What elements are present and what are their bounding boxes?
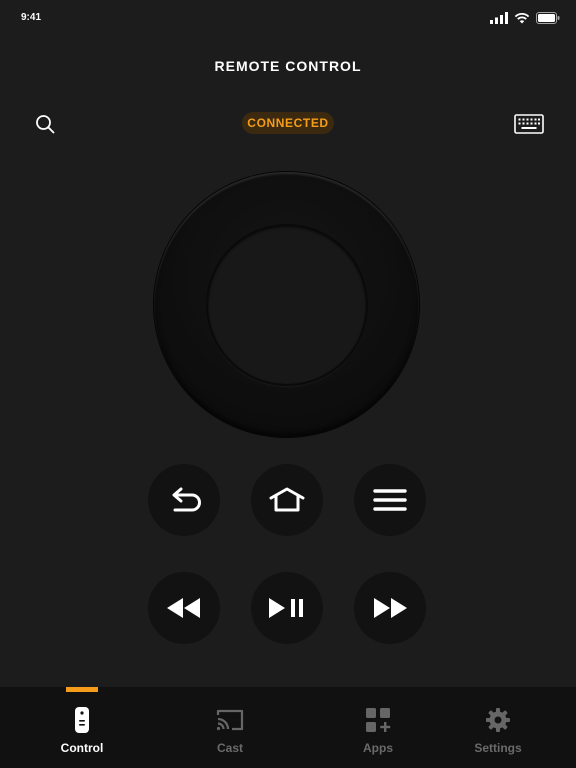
tab-cast[interactable]: Cast (170, 687, 290, 768)
keyboard-icon (514, 114, 544, 134)
dpad-select-button[interactable] (208, 226, 366, 384)
fast-forward-button[interactable] (354, 572, 426, 644)
tab-label-settings: Settings (474, 741, 522, 755)
search-icon (36, 115, 55, 134)
page-title: REMOTE CONTROL (214, 58, 362, 74)
search-button[interactable] (30, 110, 60, 138)
home-icon (269, 487, 305, 512)
signal-icon (490, 12, 508, 24)
tab-apps[interactable]: Apps (318, 687, 438, 768)
connection-status-badge: CONNECTED (242, 112, 334, 134)
wifi-icon (514, 13, 530, 24)
menu-button[interactable] (354, 464, 426, 536)
tab-bar: Control Cast Apps Settings (0, 687, 576, 768)
status-bar: 9:41 (0, 0, 576, 36)
apps-icon (366, 708, 391, 732)
gear-icon (486, 708, 510, 732)
tab-label-control: Control (60, 741, 104, 755)
remote-icon (75, 707, 89, 733)
fast-forward-icon (374, 598, 407, 618)
back-button[interactable] (148, 464, 220, 536)
play-pause-icon (269, 598, 303, 618)
status-icons (490, 12, 560, 24)
tab-label-cast: Cast (216, 741, 243, 755)
tab-control[interactable]: Control (22, 687, 142, 768)
rewind-button[interactable] (148, 572, 220, 644)
cast-icon (216, 709, 244, 731)
play-pause-button[interactable] (251, 572, 323, 644)
tab-settings[interactable]: Settings (438, 687, 558, 768)
tab-label-apps: Apps (363, 741, 393, 755)
keyboard-button[interactable] (512, 110, 546, 138)
active-tab-indicator (66, 687, 98, 692)
status-time: 9:41 (21, 12, 42, 23)
home-button[interactable] (251, 464, 323, 536)
menu-icon (373, 489, 407, 511)
battery-icon (536, 12, 560, 24)
rewind-icon (167, 598, 200, 618)
back-icon (172, 487, 201, 512)
